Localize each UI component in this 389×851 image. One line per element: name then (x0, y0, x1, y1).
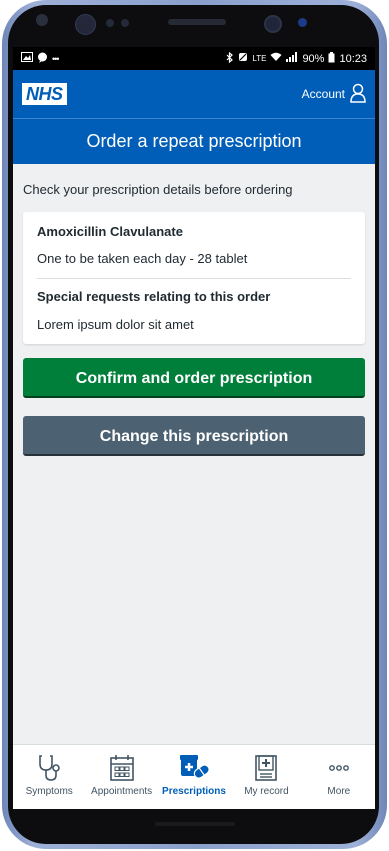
status-left: ••• (21, 52, 60, 66)
calendar-icon (109, 754, 135, 782)
chat-bubble-icon (37, 52, 48, 66)
more-dots-icon (327, 754, 351, 782)
tab-more[interactable]: More (303, 745, 375, 809)
tab-label: Symptoms (25, 786, 73, 797)
special-requests-heading: Special requests relating to this order (37, 289, 271, 304)
earpiece-speaker (168, 19, 226, 25)
prescription-card: Amoxicillin Clavulanate One to be taken … (23, 212, 365, 344)
sensor-icon (121, 19, 129, 27)
proximity-sensor-icon (298, 18, 307, 27)
medication-name: Amoxicillin Clavulanate (37, 224, 183, 239)
tab-my-record[interactable]: My record (230, 745, 302, 809)
change-prescription-button[interactable]: Change this prescription (23, 416, 365, 456)
tab-label: Appointments (91, 786, 153, 797)
home-indicator (155, 822, 235, 826)
sensor-icon (106, 19, 114, 27)
status-bar: ••• LTE 90% 10:23 (13, 47, 375, 70)
main-content: Check your prescription details before o… (13, 164, 375, 470)
confirm-order-button[interactable]: Confirm and order prescription (23, 358, 365, 398)
medication-dosage: One to be taken each day - 28 tablet (37, 251, 351, 279)
signal-icon (286, 52, 298, 65)
image-icon (21, 52, 33, 65)
phone-device: ••• LTE 90% 10:23 NHS Account Order a re… (0, 0, 389, 851)
tab-appointments[interactable]: Appointments (85, 745, 157, 809)
ellipsis-icon: ••• (52, 53, 60, 64)
network-type: LTE (252, 54, 267, 63)
intro-text: Check your prescription details before o… (23, 182, 293, 197)
medical-record-icon (254, 754, 278, 782)
tab-label: More (327, 786, 351, 797)
account-button[interactable]: Account (302, 83, 366, 106)
stethoscope-icon (37, 754, 61, 782)
tab-label: Prescriptions (162, 786, 226, 797)
tab-prescriptions[interactable]: Prescriptions (158, 745, 230, 809)
wifi-icon (270, 52, 282, 65)
app-screen: ••• LTE 90% 10:23 NHS Account Order a re… (13, 47, 375, 809)
bluetooth-icon (226, 51, 234, 66)
clock: 10:23 (339, 52, 367, 65)
status-right: LTE 90% 10:23 (226, 51, 367, 66)
front-camera-icon (36, 14, 48, 26)
iris-scanner-icon (75, 14, 96, 35)
app-header: NHS Account Order a repeat prescription (13, 70, 375, 164)
user-icon (350, 83, 366, 106)
tab-label: My record (244, 786, 289, 797)
page-title: Order a repeat prescription (86, 131, 302, 151)
battery-icon (328, 51, 335, 66)
header-top-row: NHS Account (13, 70, 375, 119)
battery-percent: 90% (302, 52, 325, 65)
account-label: Account (301, 87, 345, 101)
pills-icon (178, 754, 210, 782)
bottom-tab-bar: Symptoms Appointments Prescriptions My r… (13, 744, 375, 809)
tab-symptoms[interactable]: Symptoms (13, 745, 85, 809)
mute-icon (238, 52, 248, 65)
nhs-logo[interactable]: NHS (22, 83, 67, 105)
camera-lens-icon (264, 15, 282, 33)
special-requests-text: Lorem ipsum dolor sit amet (37, 317, 194, 332)
